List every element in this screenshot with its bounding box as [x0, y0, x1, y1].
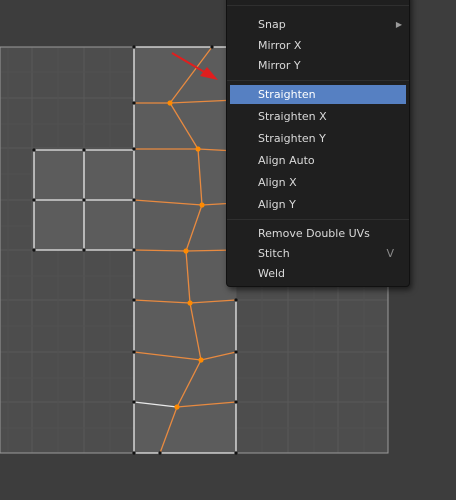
menu-item-mirror-x[interactable]: Mirror X: [230, 36, 406, 55]
menu-item-align-x[interactable]: Align X: [230, 173, 406, 192]
menu-item-mirror-y[interactable]: Mirror Y: [230, 56, 406, 75]
uv-vertex: [183, 248, 189, 254]
menu-item-remove-double-uvs[interactable]: Remove Double UVs: [230, 224, 406, 243]
uv-vertex: [187, 300, 193, 306]
menu-item-label: Weld: [258, 267, 286, 280]
menu-item-label: Snap: [258, 18, 286, 31]
menu-item-weld[interactable]: Weld: [230, 264, 406, 283]
uv-vertex: [198, 357, 204, 363]
menu-item-label: Straighten X: [258, 110, 327, 123]
uv-vertex: [174, 404, 180, 410]
menu-item-label: Align X: [258, 176, 297, 189]
menu-item-straighten[interactable]: Straighten: [230, 85, 406, 104]
menu-item-label: Align Y: [258, 198, 296, 211]
uv-context-menu: F Snap ▶ Mirror X Mirror Y Straighten St…: [226, 0, 410, 287]
menu-item-label: Remove Double UVs: [258, 227, 370, 240]
menu-item-label: Mirror Y: [258, 59, 301, 72]
menu-item-snap[interactable]: Snap ▶: [230, 15, 406, 34]
menu-item-label: Stitch: [258, 247, 290, 260]
menu-separator: [227, 80, 409, 81]
menu-item-truncated[interactable]: F: [230, 0, 406, 2]
uv-vertex: [195, 146, 201, 152]
menu-item-align-auto[interactable]: Align Auto: [230, 151, 406, 170]
submenu-arrow-icon: ▶: [395, 20, 402, 29]
menu-item-stitch[interactable]: Stitch V: [230, 244, 406, 263]
menu-item-label: Mirror X: [258, 39, 302, 52]
uv-vertex: [199, 202, 205, 208]
uv-vertex: [167, 100, 173, 106]
menu-item-straighten-x[interactable]: Straighten X: [230, 107, 406, 126]
menu-item-label: Align Auto: [258, 154, 315, 167]
menu-separator: [227, 5, 409, 6]
menu-item-straighten-y[interactable]: Straighten Y: [230, 129, 406, 148]
menu-item-label: Straighten: [258, 88, 316, 101]
menu-item-shortcut: V: [386, 247, 394, 260]
menu-item-align-y[interactable]: Align Y: [230, 195, 406, 214]
menu-item-label: Straighten Y: [258, 132, 326, 145]
menu-separator: [227, 219, 409, 220]
